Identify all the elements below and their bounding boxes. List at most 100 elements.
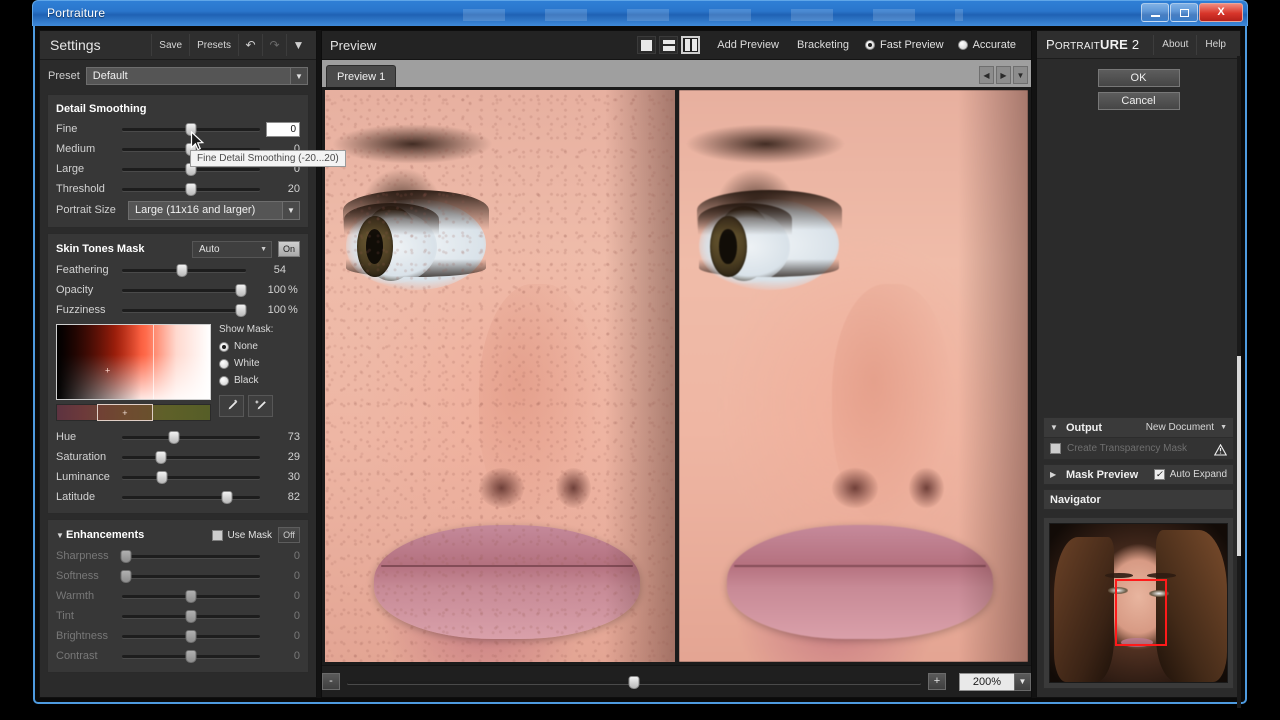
layout-single-icon[interactable]: [637, 36, 656, 54]
hue-strip[interactable]: +: [56, 404, 211, 421]
quality-option-accurate[interactable]: Accurate: [951, 39, 1023, 51]
tab-prev-chevron-left-icon[interactable]: ◀: [979, 66, 994, 84]
output-value[interactable]: New Document: [1146, 422, 1214, 433]
transparency-mask-row[interactable]: Create Transparency Mask: [1043, 438, 1234, 460]
slider-contrast-track[interactable]: [122, 649, 260, 663]
slider-feathering[interactable]: Feathering 54: [48, 260, 308, 280]
portrait-size-select[interactable]: Large (11x16 and larger) ▼: [128, 201, 300, 220]
redo-icon[interactable]: ↷: [262, 34, 286, 56]
zoom-in-button[interactable]: +: [928, 673, 946, 690]
tab-next-chevron-right-icon[interactable]: ▶: [996, 66, 1011, 84]
slider-softness-track[interactable]: [122, 569, 260, 583]
quality-option-fast[interactable]: Fast Preview: [858, 39, 951, 51]
tab-menu-chevron-down-icon[interactable]: ▼: [1013, 66, 1028, 84]
layout-horizontal-split-icon[interactable]: [659, 36, 678, 54]
preset-chevron-down-icon[interactable]: ▼: [290, 68, 307, 84]
slider-threshold-track[interactable]: [122, 182, 260, 196]
skin-tones-mode-select[interactable]: Auto ▼: [192, 241, 272, 258]
presets-button[interactable]: Presets: [189, 34, 238, 56]
slider-opacity[interactable]: Opacity 100 %: [48, 280, 308, 300]
add-preview-button[interactable]: Add Preview: [708, 39, 788, 51]
preview-header: Preview Add Preview Bracketing Fast Prev…: [322, 31, 1031, 60]
slider-tint[interactable]: Tint 0: [48, 606, 308, 626]
radio-fast-preview-icon[interactable]: [865, 40, 875, 50]
auto-expand-checkbox[interactable]: ✓: [1154, 469, 1165, 480]
preview-canvas[interactable]: [322, 87, 1031, 665]
output-triangle-down-icon[interactable]: ▼: [1050, 423, 1060, 432]
skin-tones-mode-chevron-down-icon[interactable]: ▼: [260, 246, 267, 253]
create-transparency-mask-checkbox[interactable]: [1050, 443, 1061, 454]
slider-warmth-track[interactable]: [122, 589, 260, 603]
slider-latitude[interactable]: Latitude 82: [48, 487, 308, 507]
mask-preview-header[interactable]: ▶ Mask Preview ✓ Auto Expand: [1043, 464, 1234, 485]
app-vertical-scrollbar[interactable]: [1237, 56, 1241, 708]
radio-accurate-icon[interactable]: [958, 40, 968, 50]
about-button[interactable]: About: [1153, 35, 1196, 55]
slider-fine-input[interactable]: 0: [266, 122, 300, 137]
slider-softness[interactable]: Softness 0: [48, 566, 308, 586]
enhancements-triangle-down-icon[interactable]: ▼: [56, 531, 66, 540]
slider-luminance-track[interactable]: [122, 470, 260, 484]
slider-brightness[interactable]: Brightness 0: [48, 626, 308, 646]
slider-saturation[interactable]: Saturation 29: [48, 447, 308, 467]
slider-feathering-track[interactable]: [122, 263, 246, 277]
auto-expand-row[interactable]: ✓ Auto Expand: [1154, 469, 1227, 480]
show-mask-option-black[interactable]: Black: [219, 372, 300, 389]
saturation-value-box[interactable]: +: [56, 324, 211, 400]
slider-fine[interactable]: Fine 0: [48, 119, 308, 139]
undo-icon[interactable]: ↶: [238, 34, 262, 56]
radio-black-icon[interactable]: [219, 376, 229, 386]
save-button[interactable]: Save: [151, 34, 189, 56]
slider-fuzziness-track[interactable]: [122, 303, 246, 317]
tab-preview-1[interactable]: Preview 1: [326, 65, 396, 87]
slider-sharpness[interactable]: Sharpness 0: [48, 546, 308, 566]
eyedropper-icon[interactable]: [219, 395, 244, 417]
zoom-chevron-down-icon[interactable]: ▼: [1014, 673, 1031, 691]
slider-latitude-track[interactable]: [122, 490, 260, 504]
help-button[interactable]: Help: [1196, 35, 1234, 55]
slider-warmth[interactable]: Warmth 0: [48, 586, 308, 606]
navigator-viewport-rect[interactable]: [1115, 579, 1166, 645]
mask-preview-triangle-right-icon[interactable]: ▶: [1050, 470, 1060, 479]
zoom-slider-track[interactable]: [347, 675, 921, 689]
close-button[interactable]: X: [1199, 3, 1243, 22]
slider-sharpness-track[interactable]: [122, 549, 260, 563]
layout-vertical-split-icon[interactable]: [681, 36, 700, 54]
settings-menu-chevron-down-icon[interactable]: ▼: [286, 34, 310, 56]
portrait-size-chevron-down-icon[interactable]: ▼: [282, 202, 299, 219]
show-mask-option-none[interactable]: None: [219, 338, 300, 355]
slider-brightness-track[interactable]: [122, 629, 260, 643]
maximize-button[interactable]: [1170, 3, 1198, 22]
radio-white-icon[interactable]: [219, 359, 229, 369]
slider-luminance[interactable]: Luminance 30: [48, 467, 308, 487]
radio-none-icon[interactable]: [219, 342, 229, 352]
cancel-button[interactable]: Cancel: [1098, 92, 1180, 110]
eyedropper-add-icon[interactable]: [248, 395, 273, 417]
navigator-thumbnail[interactable]: [1049, 523, 1228, 683]
show-mask-option-white[interactable]: White: [219, 355, 300, 372]
output-header[interactable]: ▼ Output New Document ▼: [1043, 417, 1234, 438]
minimize-button[interactable]: [1141, 3, 1169, 22]
slider-fine-track[interactable]: [122, 122, 260, 136]
preset-select[interactable]: Default ▼: [86, 67, 308, 85]
use-mask-checkbox[interactable]: [212, 530, 223, 541]
slider-hue[interactable]: Hue 73: [48, 427, 308, 447]
skin-tones-mask-toggle[interactable]: On: [278, 241, 300, 257]
slider-contrast[interactable]: Contrast 0: [48, 646, 308, 666]
output-chevron-down-icon[interactable]: ▼: [1220, 424, 1227, 431]
slider-threshold[interactable]: Threshold 20: [48, 179, 308, 199]
slider-opacity-track[interactable]: [122, 283, 246, 297]
slider-hue-track[interactable]: [122, 430, 260, 444]
preview-pane-processed[interactable]: [679, 90, 1029, 662]
preview-pane-original[interactable]: [325, 90, 675, 662]
slider-fuzziness[interactable]: Fuzziness 100 %: [48, 300, 308, 320]
scrollbar-thumb[interactable]: [1237, 356, 1241, 556]
use-mask-checkbox-row[interactable]: Use Mask: [212, 530, 272, 541]
slider-saturation-track[interactable]: [122, 450, 260, 464]
ok-button[interactable]: OK: [1098, 69, 1180, 87]
zoom-level-value[interactable]: 200%: [959, 673, 1015, 691]
enhancements-toggle[interactable]: Off: [278, 527, 300, 543]
bracketing-button[interactable]: Bracketing: [788, 39, 858, 51]
slider-tint-track[interactable]: [122, 609, 260, 623]
zoom-out-button[interactable]: -: [322, 673, 340, 690]
